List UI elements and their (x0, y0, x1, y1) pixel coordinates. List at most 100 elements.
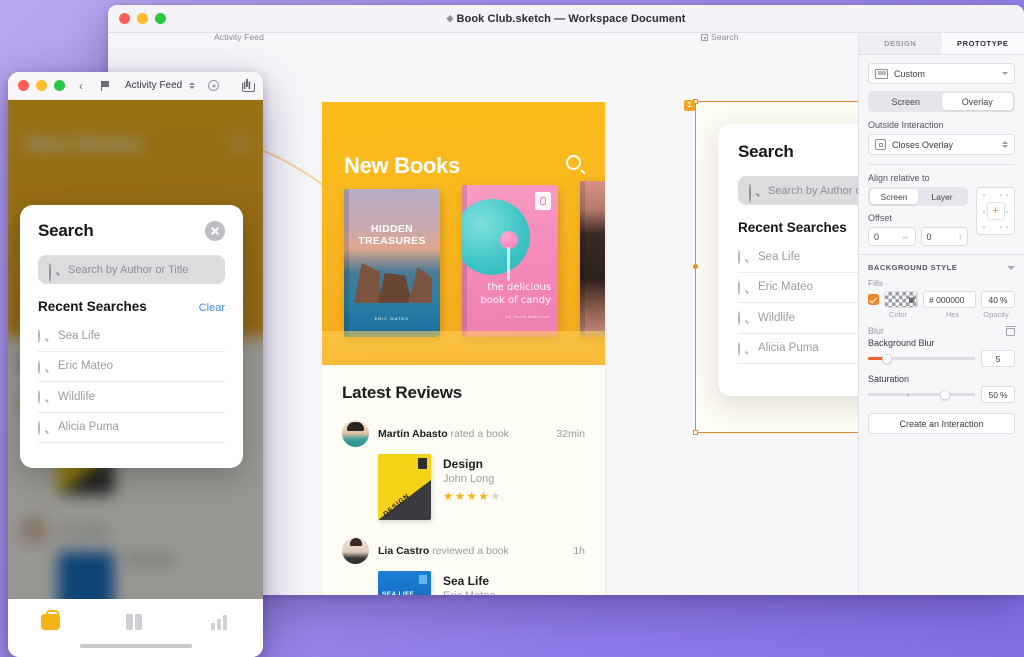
offset-y-value: 0 (926, 231, 932, 242)
search-input[interactable]: Search by Author or Title (738, 176, 858, 205)
offset-label: Offset (868, 213, 892, 223)
artboard-label-activity-feed[interactable]: Activity Feed (214, 33, 264, 42)
recent-searches-list: Sea Life Eric Mateo Wildlife Alicia Puma (38, 321, 225, 443)
recent-searches-title: Recent Searches (738, 220, 847, 235)
flag-icon[interactable] (101, 80, 111, 91)
list-item[interactable]: Wildlife (738, 303, 858, 334)
search-icon (749, 184, 760, 203)
presentation-segmented-control[interactable]: Screen Overlay (868, 91, 1015, 112)
saturation-value[interactable]: 50% (981, 386, 1015, 403)
flow-start-badge[interactable]: 1 (684, 100, 695, 111)
tab-prototype[interactable]: PROTOTYPE (941, 33, 1024, 54)
stats-tab[interactable] (210, 611, 231, 631)
search-icon (38, 329, 49, 344)
list-item[interactable]: Sea Life (738, 242, 858, 273)
background-style-section-header[interactable]: BACKGROUND STYLE (859, 255, 1024, 276)
background-blur-slider-row[interactable]: 5 (859, 348, 1024, 367)
caption-color: Color (889, 310, 907, 319)
list-item[interactable]: Alicia Puma (738, 334, 858, 364)
overlay-square-icon (875, 139, 886, 150)
review-row[interactable]: Lia Castro reviewed a book 1h SEA LIFE S… (342, 537, 585, 595)
outside-interaction-select[interactable]: Closes Overlay (868, 134, 1015, 155)
background-blur-slider[interactable] (868, 354, 975, 363)
segment-screen[interactable]: Screen (870, 93, 942, 110)
book-cover-candy[interactable]: the delicious book of candy by Marta And… (462, 185, 558, 337)
search-icon (49, 263, 60, 282)
chevron-down-icon[interactable] (1007, 265, 1015, 270)
caption-opacity: Opacity (983, 310, 1009, 319)
section-title: BACKGROUND STYLE (868, 263, 958, 272)
section-title: Latest Reviews (342, 383, 463, 402)
fill-enabled-checkbox[interactable] (868, 294, 879, 305)
overlay-title: Search (38, 221, 94, 240)
search-overlay-card: Search Search by Author or Title Recent … (718, 124, 858, 396)
list-item[interactable]: Eric Mateo (738, 273, 858, 303)
saturation-slider-row[interactable]: 50% (859, 384, 1024, 403)
book-cover-sea-life[interactable]: SEA LIFE (378, 571, 431, 595)
sketch-titlebar: ◈ Book Club.sketch — Workspace Document (108, 5, 1024, 33)
search-icon[interactable] (566, 155, 587, 176)
rating-stars: ★★★★★ (443, 491, 503, 503)
list-item[interactable]: Eric Mateo (38, 352, 225, 382)
reviewer-name: Lia Castro (378, 544, 430, 557)
trash-icon[interactable] (1005, 326, 1016, 336)
plus-icon[interactable]: + (986, 202, 1005, 220)
list-item[interactable]: Alicia Puma (38, 413, 225, 443)
tab-bar (8, 599, 263, 657)
offset-y-field[interactable]: 0 ↕ (920, 227, 968, 246)
book-carousel[interactable]: HIDDEN TREASURES ERIC MATEO the deliciou… (322, 177, 605, 337)
fills-label: Fills (868, 278, 884, 288)
close-icon[interactable] (205, 221, 225, 241)
recent-searches-title: Recent Searches (38, 299, 147, 314)
fill-color-swatch[interactable]: ▦ (884, 291, 918, 308)
align-option-screen[interactable]: Screen (870, 189, 918, 204)
zoom-window-button[interactable] (54, 80, 65, 91)
recent-searches-list: Sea Life Eric Mateo Wildlife Alicia Puma (738, 242, 858, 364)
review-row[interactable]: Martín Abasto rated a book 32min DESIGN … (342, 420, 585, 520)
preview-dot-icon[interactable] (208, 80, 220, 91)
search-placeholder: Search by Author or Title (768, 184, 858, 197)
book-cover-third[interactable] (580, 181, 605, 337)
close-window-button[interactable] (18, 80, 29, 91)
book-title: Sea Life (443, 574, 490, 588)
artboard-select[interactable]: Activity Feed (125, 80, 196, 91)
avatar (342, 420, 369, 447)
cover-text: SEA LIFE (382, 591, 415, 595)
artboard-search[interactable]: Search Search by Author or Title Recent … (696, 102, 858, 432)
inspector-tabs: DESIGN PROTOTYPE (859, 33, 1024, 55)
back-button[interactable]: ‹ (79, 79, 83, 93)
list-item[interactable]: Sea Life (38, 321, 225, 352)
align-relative-control[interactable]: Screen Layer (868, 187, 968, 206)
outside-interaction-value: Closes Overlay (892, 139, 954, 150)
background-blur-value[interactable]: 5 (981, 350, 1015, 367)
preview-screen[interactable]: New Books Latest Reviews Martín Abasto D… (8, 100, 263, 657)
book-cover-design[interactable]: DESIGN (378, 454, 431, 520)
minimize-window-button[interactable] (36, 80, 47, 91)
stepper-icon[interactable] (189, 81, 196, 90)
list-item[interactable]: Wildlife (38, 382, 225, 413)
preview-traffic-lights (18, 80, 65, 91)
segment-overlay[interactable]: Overlay (941, 93, 1013, 110)
book-cover-subtitle: ERIC MATEO (374, 316, 410, 321)
stepper-icon[interactable] (1002, 141, 1008, 148)
artboard-label-search[interactable]: Search (701, 33, 739, 42)
clear-button[interactable]: Clear (199, 302, 225, 314)
search-input[interactable]: Search by Author or Title (38, 255, 225, 284)
library-tab[interactable] (125, 611, 146, 631)
fill-opacity-field[interactable]: 40% (981, 291, 1015, 308)
align-option-layer[interactable]: Layer (918, 189, 966, 204)
book-cover-hidden-treasures[interactable]: HIDDEN TREASURES ERIC MATEO (344, 189, 440, 337)
tab-design[interactable]: DESIGN (859, 33, 942, 54)
search-placeholder: Search by Author or Title (68, 263, 189, 276)
target-select[interactable]: Custom (868, 63, 1015, 84)
artboard-activity-feed[interactable]: New Books HIDDEN TREASURES ERIC MATEO th… (322, 102, 605, 595)
feed-tab[interactable] (40, 611, 61, 631)
create-interaction-button[interactable]: Create an Interaction (868, 413, 1015, 434)
saturation-label: Saturation (868, 374, 910, 384)
share-icon[interactable] (242, 79, 255, 92)
saturation-slider[interactable] (868, 390, 975, 399)
alignment-grid[interactable]: + (976, 187, 1015, 235)
offset-x-field[interactable]: 0 ↔ (868, 227, 916, 246)
fill-hex-field[interactable]: # 000000 (923, 291, 976, 308)
vertical-arrows-icon: ↕ (958, 232, 962, 241)
